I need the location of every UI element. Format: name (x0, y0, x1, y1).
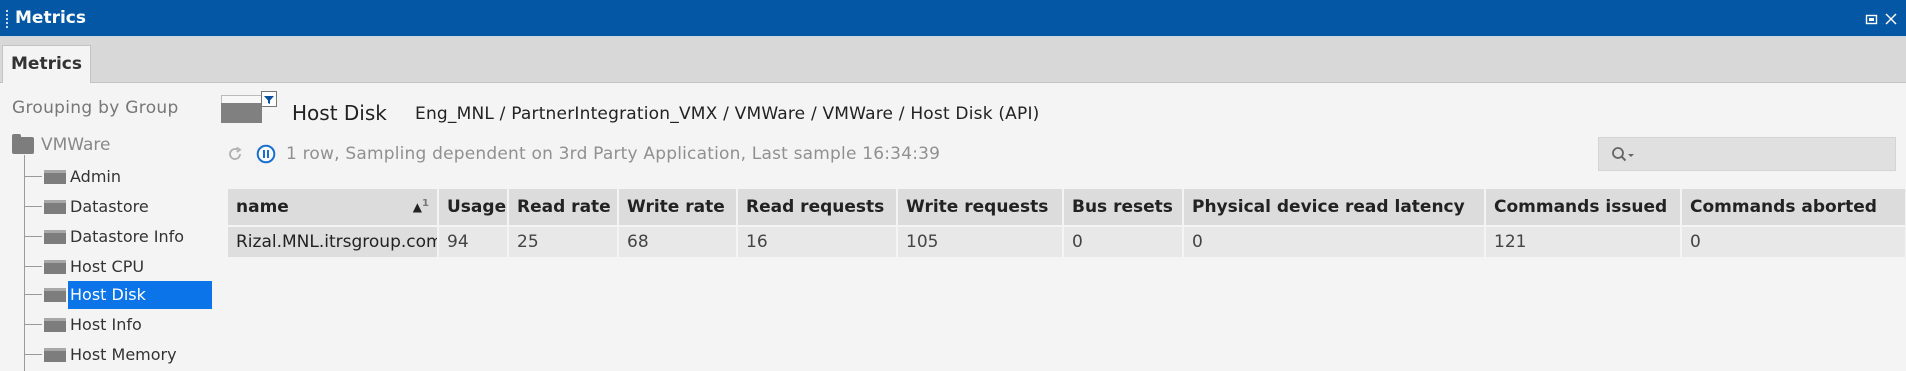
sidebar-item-label: Datastore (70, 197, 149, 216)
sort-ascending-icon: ▲1 (412, 198, 429, 214)
column-header-commands-aborted[interactable]: Commands aborted (1681, 189, 1906, 227)
sidebar-item-label: Host Memory (70, 345, 177, 364)
sidebar-item-host-disk[interactable]: Host Disk (24, 281, 234, 309)
dataview-icon[interactable] (216, 89, 277, 125)
column-header-physical-device-read-latency[interactable]: Physical device read latency (1183, 189, 1486, 227)
metrics-table: name ▲1 Usage Read rate Write rate Read r… (228, 189, 1906, 257)
breadcrumb: Eng_MNL / PartnerIntegration_VMX / VMWar… (415, 104, 1040, 124)
dataview-icon (44, 200, 66, 214)
grouping-sidebar: Grouping by Group VMWare Admin Datastore… (0, 83, 234, 371)
tree-root-vmware[interactable]: VMWare (12, 133, 111, 156)
refresh-icon[interactable] (226, 145, 244, 163)
tab-strip: Metrics (0, 38, 1906, 83)
column-header-label: name (236, 197, 289, 217)
sidebar-item-admin[interactable]: Admin (24, 163, 212, 191)
column-header-usage[interactable]: Usage (438, 189, 509, 227)
restore-icon[interactable] (1865, 11, 1879, 25)
dataview-panel: Host Disk Eng_MNL / PartnerIntegration_V… (212, 83, 1906, 371)
dataview-icon (44, 260, 66, 274)
dataview-icon (44, 318, 66, 332)
table-cell-bus-resets[interactable]: 0 (1063, 226, 1184, 257)
tree-branch-line (24, 354, 42, 355)
table-cell-physical-device-read-latency[interactable]: 0 (1183, 226, 1486, 257)
table-cell-write-requests[interactable]: 105 (897, 226, 1064, 257)
dataview-icon (44, 288, 66, 302)
sidebar-item-host-cpu[interactable]: Host CPU (24, 253, 212, 281)
sidebar-item-datastore[interactable]: Datastore (24, 193, 212, 221)
tab-metrics[interactable]: Metrics (2, 45, 91, 83)
table-cell-name[interactable]: Rizal.MNL.itrsgroup.com (228, 226, 439, 257)
sidebar-item-host-info[interactable]: Host Info (24, 311, 212, 339)
table-header-row: name ▲1 Usage Read rate Write rate Read r… (228, 189, 1906, 227)
dataview-icon-header (221, 95, 262, 103)
dataview-icon (44, 348, 66, 362)
table-row[interactable]: Rizal.MNL.itrsgroup.com 94 25 68 16 105 … (228, 226, 1906, 257)
status-text: 1 row, Sampling dependent on 3rd Party A… (286, 144, 941, 164)
table-cell-commands-aborted[interactable]: 0 (1681, 226, 1906, 257)
folder-icon (12, 133, 34, 154)
sidebar-item-label: Admin (70, 167, 121, 186)
sidebar-item-label: Host Disk (70, 285, 146, 304)
column-header-read-rate[interactable]: Read rate (508, 189, 619, 227)
tree-branch-line (24, 294, 42, 295)
drag-grip-icon[interactable] (5, 9, 9, 29)
window-title: Metrics (15, 8, 86, 28)
pause-icon[interactable] (256, 144, 276, 164)
column-header-commands-issued[interactable]: Commands issued (1485, 189, 1682, 227)
column-header-read-requests[interactable]: Read requests (737, 189, 898, 227)
page-title: Host Disk (292, 101, 387, 125)
column-header-bus-resets[interactable]: Bus resets (1063, 189, 1184, 227)
sidebar-item-label: Datastore Info (70, 227, 185, 246)
sidebar-item-host-memory[interactable]: Host Memory (24, 341, 212, 369)
table-cell-commands-issued[interactable]: 121 (1485, 226, 1682, 257)
window-titlebar: Metrics (0, 0, 1906, 38)
sidebar-heading: Grouping by Group (12, 98, 179, 118)
sidebar-item-label: Host CPU (70, 257, 145, 276)
column-header-write-rate[interactable]: Write rate (618, 189, 738, 227)
column-header-write-requests[interactable]: Write requests (897, 189, 1064, 227)
table-cell-usage[interactable]: 94 (438, 226, 509, 257)
table-cell-read-requests[interactable]: 16 (737, 226, 898, 257)
tree-branch-line (24, 266, 42, 267)
sort-priority: 1 (422, 198, 429, 209)
dataview-icon (44, 170, 66, 184)
filter-icon[interactable] (261, 91, 277, 107)
search-input[interactable] (1598, 137, 1896, 171)
tree-branch-line (24, 324, 42, 325)
dataview-icon (44, 230, 66, 244)
search-icon (1612, 147, 1634, 162)
tree-branch-line (24, 236, 42, 237)
close-icon[interactable] (1884, 11, 1898, 25)
table-cell-read-rate[interactable]: 25 (508, 226, 619, 257)
tree-root-label: VMWare (41, 135, 111, 155)
tree-branch-line (24, 206, 42, 207)
column-header-name[interactable]: name ▲1 (228, 189, 439, 227)
table-cell-write-rate[interactable]: 68 (618, 226, 738, 257)
sidebar-item-label: Host Info (70, 315, 142, 334)
sidebar-item-datastore-info[interactable]: Datastore Info (24, 223, 212, 251)
dataview-icon-body (221, 103, 262, 123)
tree-branch-line (24, 176, 42, 177)
